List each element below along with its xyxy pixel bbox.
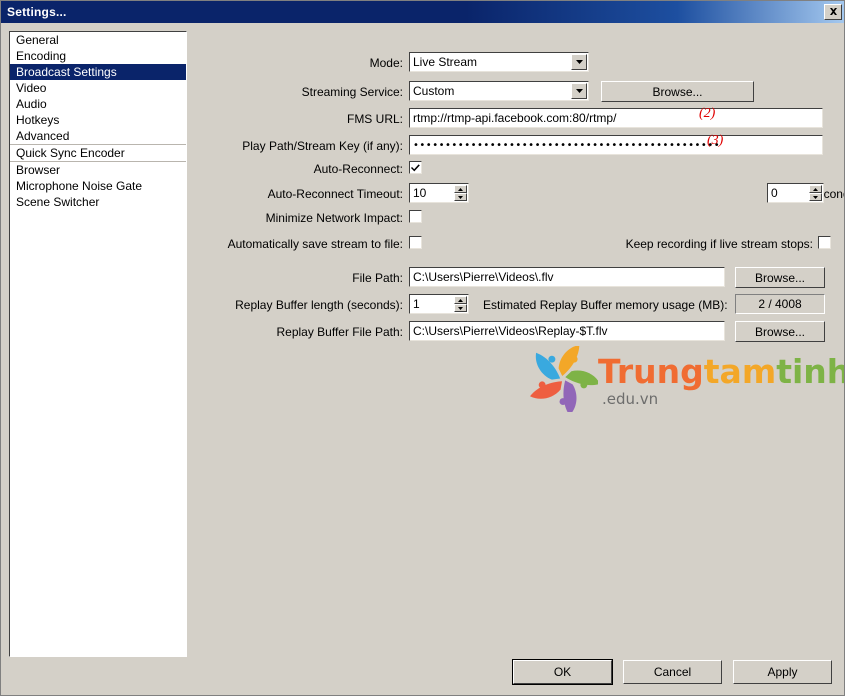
stepper-buttons[interactable] [454, 185, 467, 201]
close-x-glyph [829, 8, 838, 17]
triangle-up-glyph [458, 188, 463, 191]
streaming-service-label: Streaming Service: [193, 85, 403, 99]
triangle-down-glyph [458, 307, 463, 310]
triangle-up-glyph [458, 299, 463, 302]
stepper-buttons[interactable] [454, 296, 467, 312]
sidebar-item-encoding[interactable]: Encoding [10, 48, 186, 64]
stepper-buttons[interactable] [809, 185, 822, 201]
replay-buffer-file-path-browse-button[interactable]: Browse... [735, 321, 825, 342]
streaming-service-select[interactable]: Custom [409, 81, 589, 101]
replay-buffer-length-label: Replay Buffer length (seconds): [193, 298, 403, 312]
sidebar-item-broadcast-settings[interactable]: Broadcast Settings [10, 64, 186, 80]
titlebar: Settings... [1, 1, 845, 23]
mode-select[interactable]: Live Stream [409, 52, 589, 72]
stream-key-input[interactable]: ••••••••••••••••••••••••••••••••••••••••… [409, 135, 823, 155]
auto-save-stream-checkbox[interactable] [409, 236, 422, 249]
delay-seconds-stepper[interactable]: 0 [767, 183, 824, 203]
streaming-service-browse-button[interactable]: Browse... [601, 81, 754, 102]
replay-buffer-file-path-label: Replay Buffer File Path: [193, 325, 403, 339]
keep-recording-checkbox[interactable] [818, 236, 831, 249]
settings-dialog: Settings... General Encoding Broadcast S… [0, 0, 845, 696]
auto-reconnect-timeout-label: Auto-Reconnect Timeout: [193, 187, 403, 201]
broadcast-settings-panel: Mode: Live Stream Streaming Service: Cus… [193, 27, 838, 642]
checkmark-icon [411, 164, 420, 172]
triangle-down-glyph [458, 196, 463, 199]
cancel-button[interactable]: Cancel [623, 660, 722, 684]
chevron-down-glyph [576, 89, 583, 93]
fms-url-input[interactable]: rtmp://rtmp-api.facebook.com:80/rtmp/ [409, 108, 823, 128]
triangle-down-glyph [813, 196, 818, 199]
sidebar-item-general[interactable]: General [10, 32, 186, 48]
ok-button[interactable]: OK [513, 660, 612, 684]
auto-reconnect-label: Auto-Reconnect: [193, 162, 403, 176]
close-icon[interactable] [824, 4, 842, 20]
sidebar-item-quick-sync-encoder[interactable]: Quick Sync Encoder [10, 145, 186, 162]
sidebar-item-hotkeys[interactable]: Hotkeys [10, 112, 186, 128]
chevron-down-icon[interactable] [571, 83, 587, 99]
streaming-service-select-value: Custom [410, 82, 588, 100]
replay-buffer-length-stepper[interactable]: 1 [409, 294, 469, 314]
settings-category-list[interactable]: General Encoding Broadcast Settings Vide… [9, 31, 187, 657]
sidebar-item-video[interactable]: Video [10, 80, 186, 96]
keep-recording-label: Keep recording if live stream stops: [563, 237, 813, 251]
minimize-network-impact-label: Minimize Network Impact: [193, 211, 403, 225]
file-path-label: File Path: [193, 271, 403, 285]
sidebar-item-microphone-noise-gate[interactable]: Microphone Noise Gate [10, 178, 186, 194]
stepper-up-icon[interactable] [454, 296, 467, 304]
sidebar-item-audio[interactable]: Audio [10, 96, 186, 112]
replay-buffer-file-path-input[interactable]: C:\Users\Pierre\Videos\Replay-$T.flv [409, 321, 725, 341]
triangle-up-glyph [813, 188, 818, 191]
stepper-down-icon[interactable] [454, 193, 467, 201]
stepper-down-icon[interactable] [454, 304, 467, 312]
sidebar-item-browser[interactable]: Browser [10, 162, 186, 178]
window-title: Settings... [1, 5, 67, 19]
stepper-up-icon[interactable] [809, 185, 822, 193]
mode-select-value: Live Stream [410, 53, 588, 71]
sidebar-item-advanced[interactable]: Advanced [10, 128, 186, 145]
file-path-browse-button[interactable]: Browse... [735, 267, 825, 288]
chevron-down-icon[interactable] [571, 54, 587, 70]
minimize-network-impact-checkbox[interactable] [409, 210, 422, 223]
stepper-down-icon[interactable] [809, 193, 822, 201]
stream-key-label: Play Path/Stream Key (if any): [193, 139, 403, 153]
mode-label: Mode: [193, 56, 403, 70]
auto-reconnect-checkbox[interactable] [409, 161, 422, 174]
apply-button[interactable]: Apply [733, 660, 832, 684]
chevron-down-glyph [576, 60, 583, 64]
stepper-up-icon[interactable] [454, 185, 467, 193]
auto-save-stream-label: Automatically save stream to file: [193, 237, 403, 251]
sidebar-item-scene-switcher[interactable]: Scene Switcher [10, 194, 186, 210]
replay-buffer-memory-value: 2 / 4008 [735, 294, 825, 314]
file-path-input[interactable]: C:\Users\Pierre\Videos\.flv [409, 267, 725, 287]
fms-url-label: FMS URL: [193, 112, 403, 126]
replay-buffer-memory-label: Estimated Replay Buffer memory usage (MB… [483, 298, 733, 312]
auto-reconnect-timeout-stepper[interactable]: 10 [409, 183, 469, 203]
